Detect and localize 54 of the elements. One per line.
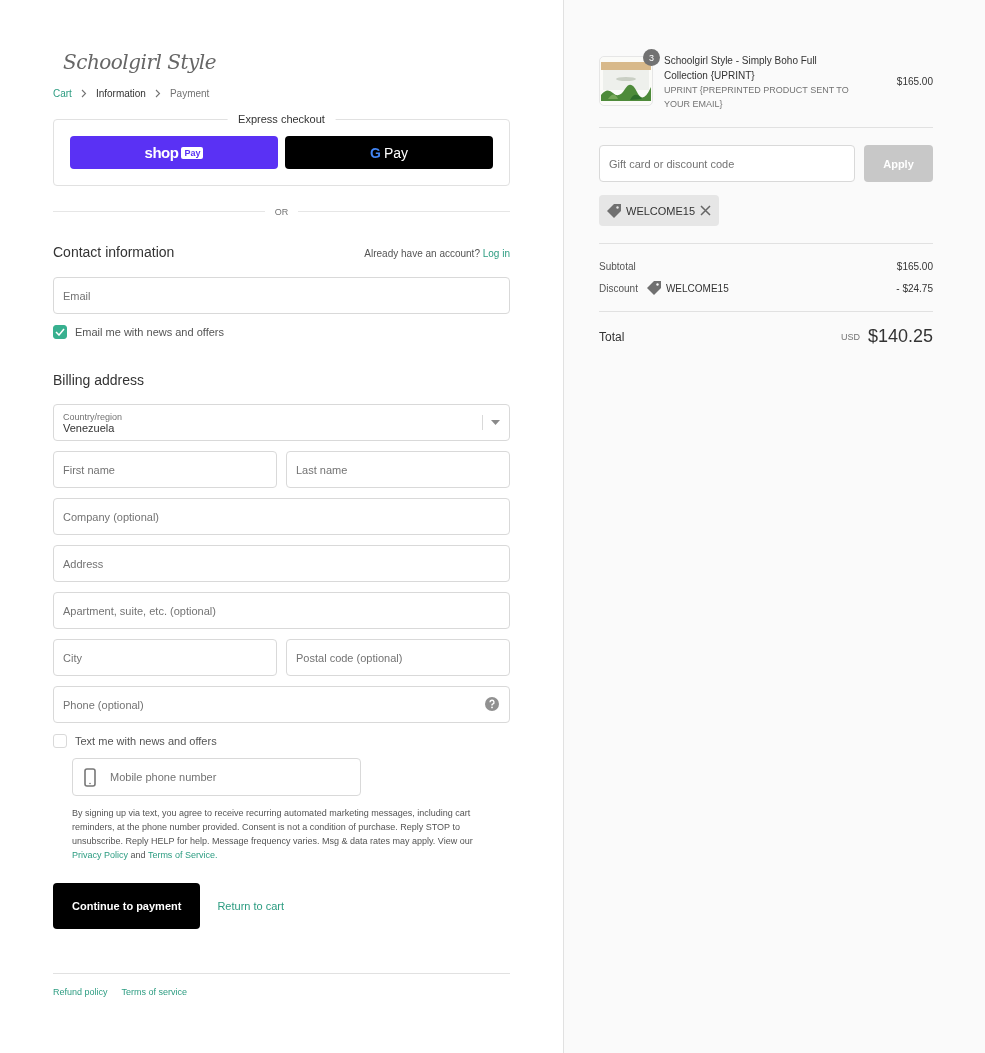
chevron-right-icon	[154, 89, 161, 98]
footer-link[interactable]: Refund policy	[53, 987, 108, 997]
phone-icon	[84, 768, 96, 787]
tag-icon	[607, 203, 621, 218]
input-field[interactable]: Company (optional)	[53, 498, 510, 535]
total-amount: $140.25	[867, 326, 933, 347]
terms-of-service-link[interactable]: Terms of Service.	[147, 850, 218, 860]
input-field[interactable]: Last name	[286, 451, 510, 488]
account-prompt: Already have an account? Log in	[364, 248, 510, 259]
email-news-checkbox[interactable]	[53, 325, 67, 339]
chevron-right-icon	[80, 89, 87, 98]
return-to-cart-link[interactable]: Return to cart	[217, 900, 285, 912]
summary-label: Subtotal	[599, 261, 636, 272]
mobile-phone-field[interactable]: Mobile phone number	[72, 758, 361, 796]
discount-code-field[interactable]: Gift card or discount code	[599, 145, 855, 182]
express-checkout-title: Express checkout	[227, 113, 336, 125]
contact-heading: Contact information	[53, 244, 175, 260]
billing-heading: Billing address	[53, 372, 146, 388]
breadcrumb-link[interactable]: Cart	[53, 88, 72, 99]
summary-value: $165.00	[896, 261, 933, 272]
input-field[interactable]: First name	[53, 451, 277, 488]
total-label: Total	[599, 329, 626, 344]
google-pay-button[interactable]: G Pay	[285, 136, 493, 169]
privacy-policy-link[interactable]: Privacy Policy	[72, 850, 128, 860]
discount-tag: WELCOME15	[599, 195, 720, 226]
currency-code: USD	[840, 331, 860, 342]
store-logo[interactable]: Schoolgirl Style	[63, 50, 217, 74]
footer-link[interactable]: Terms of service	[121, 987, 188, 997]
checkbox-label: Text me with news and offers	[75, 735, 217, 747]
summary-value: - $24.75	[896, 282, 933, 294]
phone-field[interactable]: Phone (optional)	[53, 686, 510, 723]
discount-code: WELCOME15	[665, 282, 729, 294]
or-divider-text: OR	[264, 207, 299, 217]
product-price: $165.00	[896, 76, 933, 87]
input-field[interactable]: Address	[53, 545, 510, 582]
input-field[interactable]: Apartment, suite, etc. (optional)	[53, 592, 510, 629]
sms-news-checkbox[interactable]	[53, 734, 67, 748]
help-icon[interactable]	[485, 697, 499, 711]
product-title: Schoolgirl Style - Simply Boho Full Collection {UPRINT}	[664, 54, 818, 83]
input-field[interactable]: City	[53, 639, 277, 676]
caret-icon	[491, 420, 500, 425]
tag-icon	[646, 281, 661, 295]
checkbox-label: Email me with news and offers	[75, 326, 224, 338]
shop-pay-button[interactable]: shop Pay	[70, 136, 278, 169]
consent-text: By signing up via text, you agree to receive recurring automated marketing messages, including cart reminders, at the phone number provided. Consent is not a condition of purchase. Reply STOP to unsubscribe. Reply HELP for help. Message frequency varies. Msg & data rates may apply. View our Privacy Policy and Terms of Service.	[72, 807, 474, 862]
close-icon[interactable]	[700, 205, 712, 216]
quantity-badge: 3	[643, 49, 660, 66]
input-field[interactable]: Postal code (optional)	[286, 639, 510, 676]
product-variant: UPRINT {PREPRINTED PRODUCT SENT TO YOUR EMAIL}	[664, 84, 850, 111]
login-link[interactable]: Log in	[482, 248, 510, 259]
continue-button[interactable]: Continue to payment	[53, 883, 201, 929]
summary-label: Discount	[599, 282, 638, 294]
email-field[interactable]: Email	[53, 277, 510, 314]
country-select[interactable]: Country/region Venezuela	[53, 404, 510, 441]
